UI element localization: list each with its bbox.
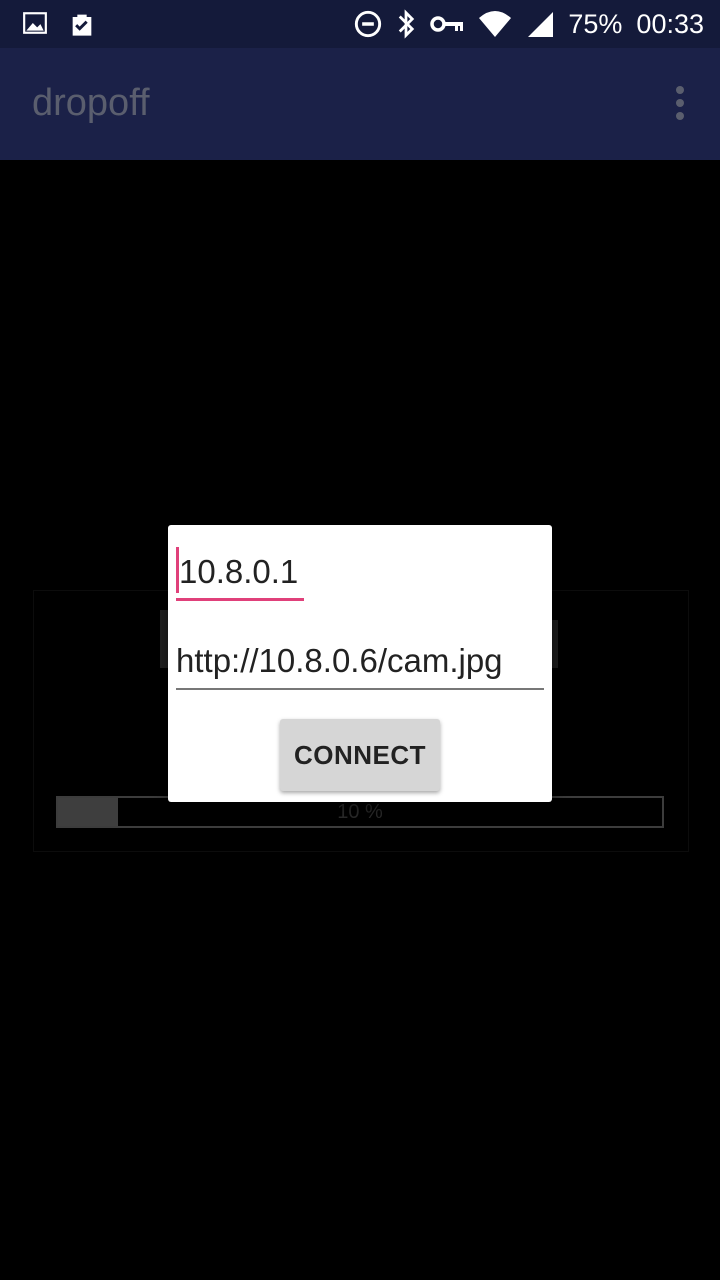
image-icon	[22, 10, 48, 38]
host-input-underline	[176, 598, 304, 601]
bluetooth-icon	[396, 9, 416, 39]
app-title: dropoff	[32, 82, 150, 124]
clock: 00:33	[636, 8, 704, 39]
signal-icon	[526, 10, 554, 38]
progress-label: 10 %	[337, 801, 383, 823]
clipboard-check-icon	[68, 10, 96, 38]
overflow-menu-icon[interactable]	[670, 86, 690, 126]
connect-dialog: 10.8.0.1 http://10.8.0.6/cam.jpg CONNECT	[168, 525, 552, 802]
url-input[interactable]: http://10.8.0.6/cam.jpg	[176, 642, 503, 680]
connect-button[interactable]: CONNECT	[280, 719, 440, 791]
status-bar: 75% 00:33	[0, 0, 720, 48]
wifi-icon	[478, 10, 512, 38]
app-bar: dropoff	[0, 48, 720, 160]
url-input-underline	[176, 688, 544, 690]
vpn-key-icon	[430, 13, 464, 35]
do-not-disturb-icon	[354, 10, 382, 38]
battery-text: 75%	[568, 8, 623, 39]
host-input[interactable]: 10.8.0.1	[179, 553, 298, 591]
